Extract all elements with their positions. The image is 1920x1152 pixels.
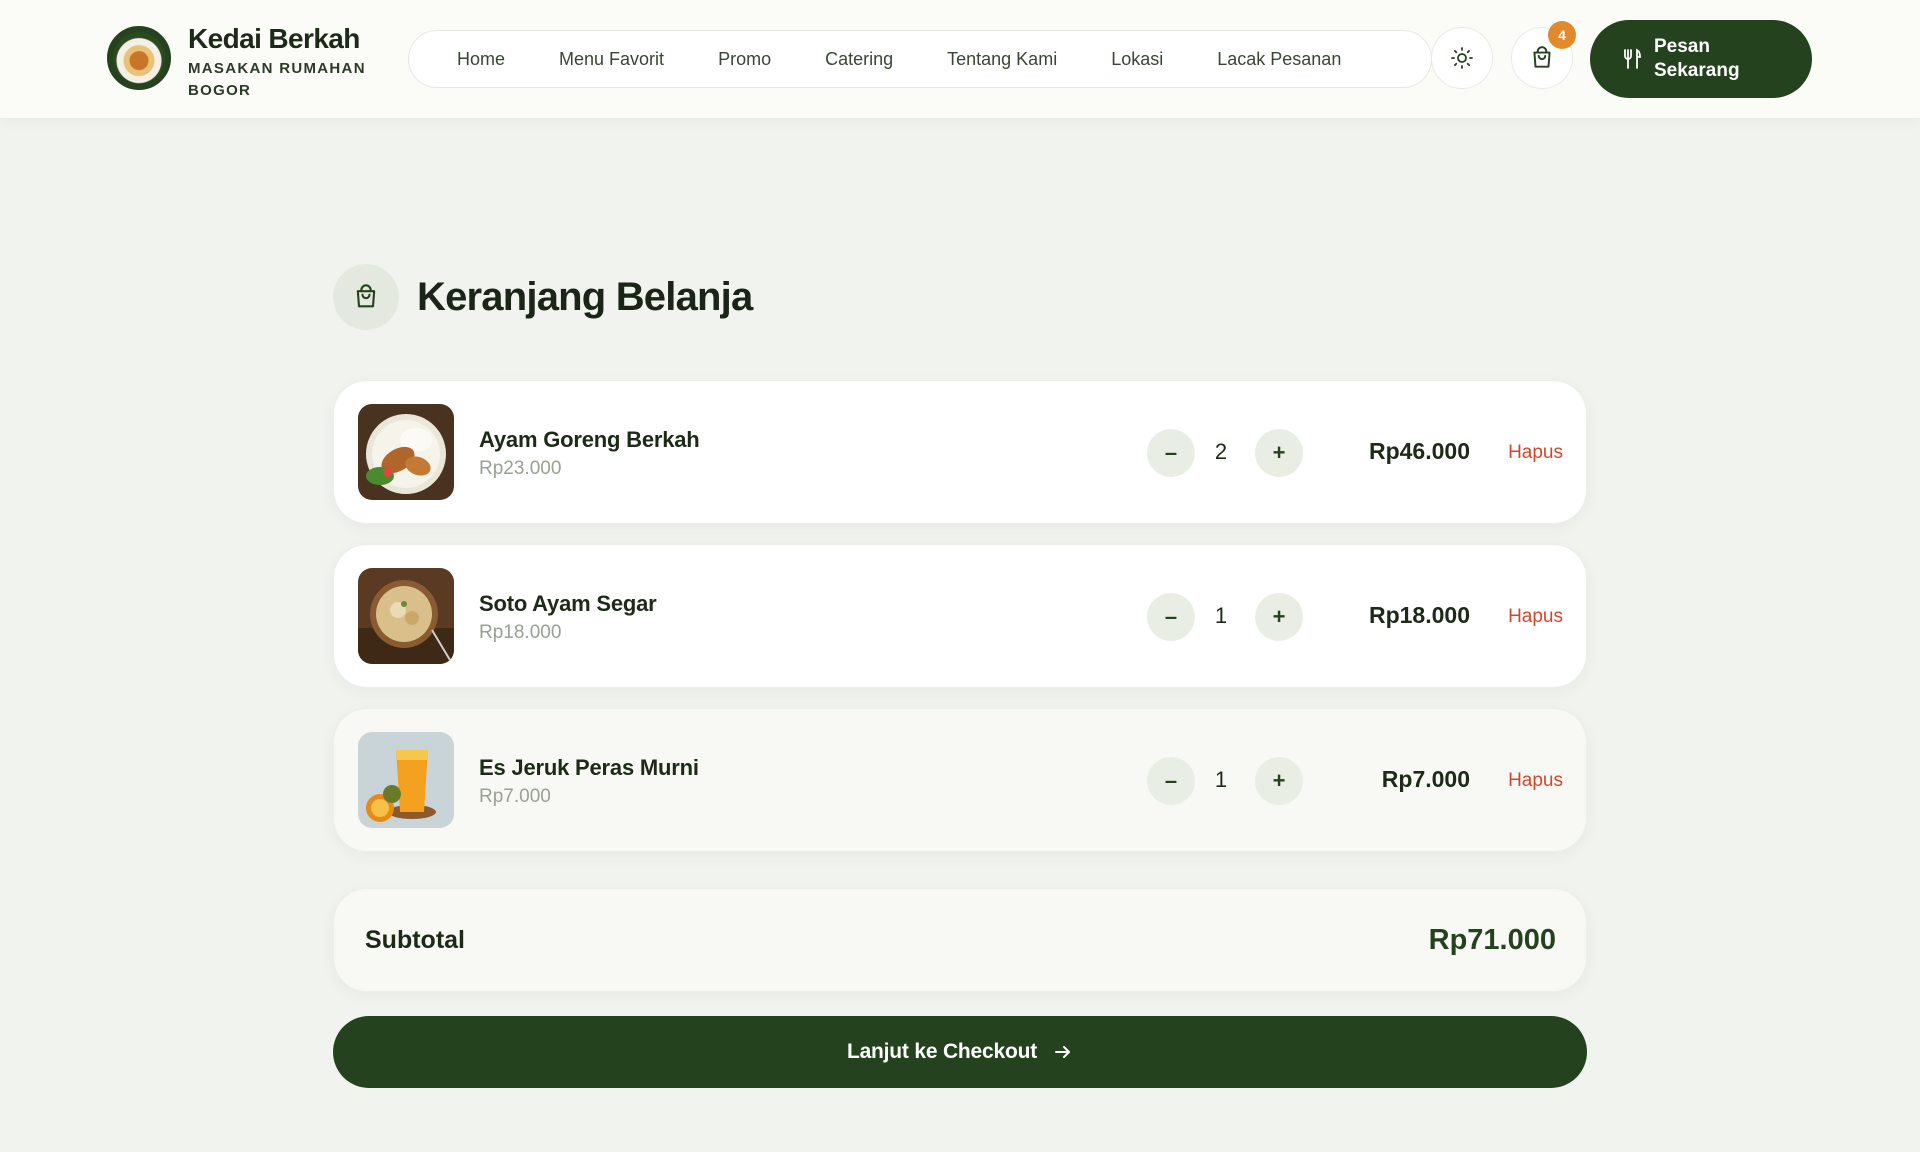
remove-item-link[interactable]: Hapus [1508,770,1563,792]
nav-item-lokasi[interactable]: Lokasi [1111,49,1163,70]
nav-item-catering[interactable]: Catering [825,49,893,70]
shopping-bag-icon [1533,46,1551,68]
item-quantity: 2 [1214,439,1228,464]
nav-item-home[interactable]: Home [457,49,505,70]
utensils-icon [1624,48,1641,69]
nav-item-menu-favorit[interactable]: Menu Favorit [559,49,664,70]
brand[interactable]: Kedai Berkah MASAKAN RUMAHAN BOGOR [107,24,368,102]
item-line-total: Rp46.000 [1368,438,1470,464]
brand-title: Kedai Berkah [188,23,360,54]
item-unit-price: Rp7.000 [479,786,551,807]
page-title: Keranjang Belanja [417,274,753,319]
increase-qty-button[interactable]: + [1255,757,1303,805]
cart-heading: Keranjang Belanja [333,264,753,330]
remove-item-link[interactable]: Hapus [1508,442,1563,464]
main-nav: Home Menu Favorit Promo Catering Tentang… [408,30,1432,88]
subtotal-card: Subtotal Rp71.000 [333,888,1587,992]
checkout-button[interactable]: Lanjut ke Checkout [333,1016,1587,1088]
nav-item-promo[interactable]: Promo [718,49,771,70]
cart-item: Ayam Goreng Berkah Rp23.000 – 2 + Rp46.0… [333,380,1587,524]
nav-item-lacak-pesanan[interactable]: Lacak Pesanan [1217,49,1341,70]
decrease-qty-button[interactable]: – [1147,757,1195,805]
item-line-total: Rp7.000 [1381,766,1470,792]
item-quantity: 1 [1214,603,1228,628]
remove-item-link[interactable]: Hapus [1508,606,1563,628]
cart-count-badge: 4 [1548,21,1576,49]
shopping-bag-icon [356,284,376,308]
item-name: Ayam Goreng Berkah [479,427,700,452]
brand-subtitle: MASAKAN RUMAHAN BOGOR [188,60,366,99]
theme-toggle-button[interactable] [1431,27,1493,89]
page-icon [333,264,399,330]
increase-qty-button[interactable]: + [1255,429,1303,477]
item-unit-price: Rp23.000 [479,458,562,479]
site-header: Kedai Berkah MASAKAN RUMAHAN BOGOR Home … [0,0,1920,118]
cart-item: Es Jeruk Peras Murni Rp7.000 – 1 + Rp7.0… [333,708,1587,852]
nav-item-tentang-kami[interactable]: Tentang Kami [947,49,1057,70]
subtotal-label: Subtotal [365,926,465,954]
arrow-right-icon [1053,1042,1073,1062]
item-image-ayam-goreng [358,404,454,500]
subtotal-value: Rp71.000 [1428,924,1556,956]
item-name: Soto Ayam Segar [479,591,657,616]
item-line-total: Rp18.000 [1368,602,1470,628]
increase-qty-button[interactable]: + [1255,593,1303,641]
order-now-button[interactable]: Pesan Sekarang [1590,20,1812,98]
item-image-es-jeruk [358,732,454,828]
order-now-label: Pesan Sekarang [1654,36,1740,81]
item-name: Es Jeruk Peras Murni [479,755,699,780]
brand-logo [107,26,171,90]
decrease-qty-button[interactable]: – [1147,593,1195,641]
cart-item: Soto Ayam Segar Rp18.000 – 1 + Rp18.000 … [333,544,1587,688]
sun-icon [1451,47,1473,69]
item-unit-price: Rp18.000 [479,622,562,643]
decrease-qty-button[interactable]: – [1147,429,1195,477]
item-quantity: 1 [1214,767,1228,792]
cart-button[interactable]: 4 [1511,21,1576,89]
item-image-soto-ayam [358,568,454,664]
checkout-label: Lanjut ke Checkout [846,1040,1038,1063]
logo-dish-image [113,32,165,84]
